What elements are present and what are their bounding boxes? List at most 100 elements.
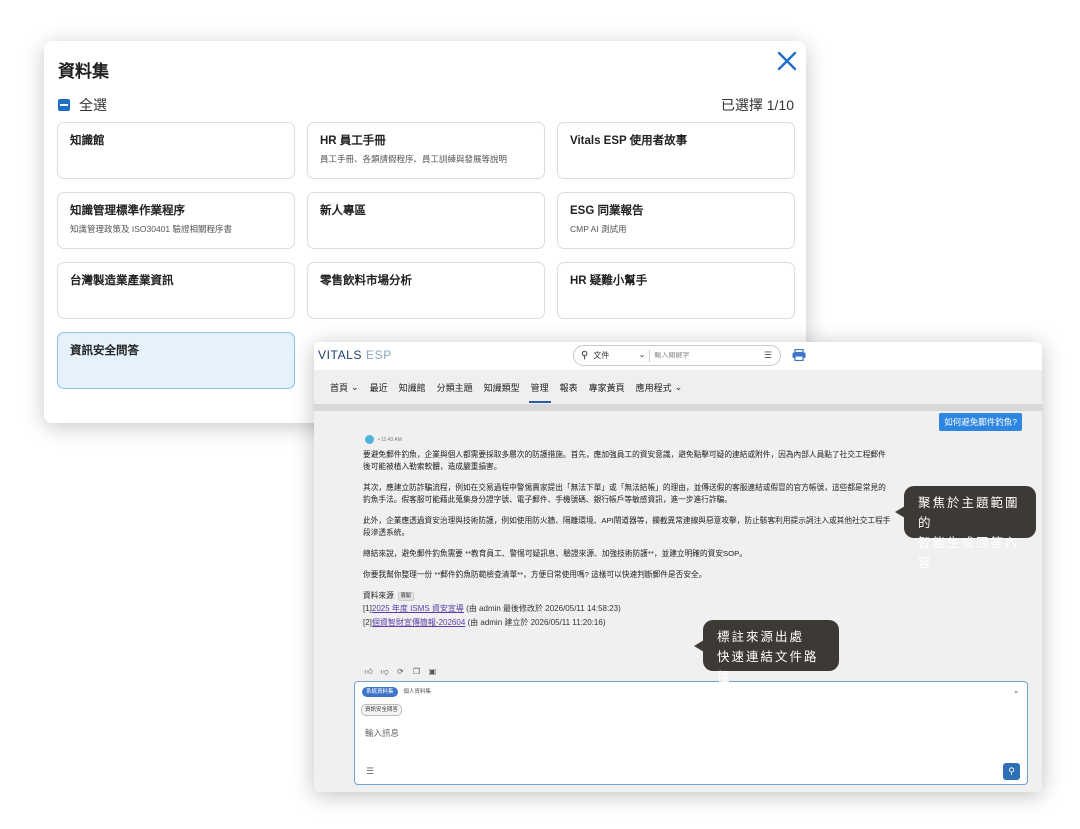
nav-label: 分類主題 <box>436 382 473 393</box>
nav-label: 最近 <box>369 382 388 393</box>
modal-title: 資料集 <box>58 62 109 81</box>
copy-icon[interactable]: ❐ <box>411 666 422 677</box>
dataset-title: 台灣製造業產業資訊 <box>70 275 174 287</box>
select-all-checkbox[interactable]: 全選 <box>58 95 107 115</box>
source-num: [2] <box>363 618 372 627</box>
sliders-icon[interactable]: ☰ <box>366 766 374 777</box>
main-nav: 首頁 ⌄ 最近 知識館 分類主題 知識類型 管理 報表 專家黃頁 應用程式 ⌄ <box>314 370 1042 404</box>
callout-line: 聚焦於主題範圍的 <box>918 495 1020 530</box>
callout-line: 智能生成回答內容 <box>918 535 1020 570</box>
scope-select[interactable]: 文件 ⌄ <box>593 350 645 361</box>
answer-paragraph: 你要我幫你整理一份 **郵件釣魚防範檢查清單**，方便日常使用嗎? 這樣可以快速… <box>363 570 707 579</box>
answer-paragraph: 總結來說，避免郵件釣魚需要 **教育員工、警惕可疑訊息、驗證來源、加強技術防護*… <box>363 549 747 558</box>
checkbox-indeterminate-icon <box>58 99 70 111</box>
dataset-card[interactable]: 零售飲料市場分析 <box>307 262 545 319</box>
ai-icon[interactable]: ▣ <box>427 666 438 677</box>
dataset-card[interactable]: 知識館 <box>57 122 295 179</box>
dataset-title: 知識館 <box>70 135 105 147</box>
nav-knowledge-types[interactable]: 知識類型 <box>484 370 520 404</box>
dataset-card[interactable]: 知識管理標準作業程序 知識管理政策及 ISO30401 驗證相關程序書 <box>57 192 295 249</box>
nav-categories[interactable]: 分類主題 <box>437 370 473 404</box>
filter-icon[interactable]: ☰ <box>764 350 772 361</box>
nav-apps[interactable]: 應用程式 ⌄ <box>636 370 683 404</box>
chat-area: 如何避免郵件釣魚? • 11:43 AM 要避免郵件釣魚，企業與個人都需要採取多… <box>314 411 1042 792</box>
divider <box>649 349 651 362</box>
nav-reports[interactable]: 報表 <box>560 370 578 404</box>
answer-paragraph: 其次，應建立防詐騙流程，例如在交易過程中警惕賣家提出「無法下單」或「無法結帳」的… <box>363 483 886 504</box>
dataset-tabs: 系統資料集 個人資料集 <box>362 687 435 697</box>
dataset-title: ESG 同業報告 <box>570 205 644 217</box>
regenerate-icon[interactable]: ⟳ <box>395 666 406 677</box>
nav-label: 知識類型 <box>483 382 520 393</box>
message-composer: 系統資料集 個人資料集 ⌄ 資訊安全問答 ☰ ⚲ <box>354 681 1028 785</box>
nav-admin[interactable]: 管理 <box>528 370 551 404</box>
callout-line: 標註來源出處 <box>717 629 805 644</box>
dataset-card[interactable]: ESG 同業報告 CMP AI 測試用 <box>557 192 795 249</box>
tab-system-datasets[interactable]: 系統資料集 <box>362 687 398 697</box>
thumbs-up-icon[interactable]: 👍︎ <box>363 666 374 677</box>
dataset-desc: 知識管理政策及 ISO30401 驗證相關程序書 <box>70 224 233 234</box>
sources-header: 資料來源 展開 <box>363 590 893 602</box>
feedback-bar: 👍︎ 👎︎ ⟳ ❐ ▣ <box>363 666 438 677</box>
search-input[interactable] <box>654 352 743 359</box>
chevron-down-icon: ⌄ <box>638 350 646 359</box>
printer-icon[interactable] <box>792 349 806 361</box>
dataset-card[interactable]: 台灣製造業產業資訊 <box>57 262 295 319</box>
dataset-card[interactable]: HR 疑難小幫手 <box>557 262 795 319</box>
dataset-title: 零售飲料市場分析 <box>320 275 412 287</box>
chevron-down-icon: ⌄ <box>674 381 683 392</box>
nav-label: 應用程式 <box>635 382 672 393</box>
select-all-label: 全選 <box>79 97 107 113</box>
nav-expert-directory[interactable]: 專家黃頁 <box>589 370 625 404</box>
source-link[interactable]: 個資智財宣傳簡報-202604 <box>372 618 465 627</box>
nav-home[interactable]: 首頁 ⌄ <box>330 370 359 404</box>
dataset-desc: CMP AI 測試用 <box>570 224 627 234</box>
nav-divider <box>314 404 1042 411</box>
dataset-title: 資訊安全問答 <box>70 345 139 357</box>
selected-count: 已選擇 1/10 <box>720 97 794 113</box>
dataset-desc: 員工手冊、各類請假程序、員工訓練與發展等說明 <box>320 154 508 164</box>
search-bar: ⚲ 文件 ⌄ ☰ <box>573 345 781 366</box>
bot-answer: 要避免郵件釣魚，企業與個人都需要採取多層次的防護措施。首先，應加強員工的資安意識… <box>363 449 893 630</box>
logo[interactable]: VITALS ESP <box>318 348 392 362</box>
nav-label: 專家黃頁 <box>588 382 625 393</box>
scope-value: 文件 <box>593 351 610 360</box>
search-icon[interactable]: ⚲ <box>581 350 588 361</box>
message-time: • 11:43 AM <box>378 437 402 443</box>
nav-knowledge-hall[interactable]: 知識館 <box>399 370 426 404</box>
nav-recent[interactable]: 最近 <box>370 370 388 404</box>
dataset-card-selected[interactable]: 資訊安全問答 <box>57 332 295 389</box>
callout-focused-answers: 聚焦於主題範圍的 智能生成回答內容 <box>895 486 1036 570</box>
close-icon[interactable] <box>776 50 798 72</box>
logo-sub: ESP <box>362 348 392 362</box>
nav-label: 首頁 <box>330 382 349 393</box>
dataset-title: HR 員工手冊 <box>320 135 386 147</box>
user-question-bubble: 如何避免郵件釣魚? <box>939 413 1022 431</box>
dataset-card[interactable]: Vitals ESP 使用者故事 <box>557 122 795 179</box>
source-link[interactable]: 2025 年度 ISMS 資安宣導 <box>372 604 464 613</box>
bot-avatar-icon <box>365 435 374 444</box>
nav-label: 知識館 <box>398 382 426 393</box>
source-meta: (由 admin 最後修改於 2026/05/11 14:58:23) <box>463 604 621 613</box>
chevron-down-icon: ⌄ <box>351 381 359 392</box>
dataset-title: HR 疑難小幫手 <box>570 275 648 287</box>
callout-line: 快速連結文件路徑 <box>717 649 819 684</box>
top-bar: VITALS ESP ⚲ 文件 ⌄ ☰ <box>314 342 1042 370</box>
message-input[interactable] <box>365 728 865 738</box>
source-num: [1] <box>363 604 372 613</box>
tab-personal-datasets[interactable]: 個人資料集 <box>400 687 436 697</box>
dataset-title: Vitals ESP 使用者故事 <box>570 135 688 147</box>
search-send-button[interactable]: ⚲ <box>1003 763 1020 780</box>
callout-source-links: 標註來源出處 快速連結文件路徑 <box>694 620 839 684</box>
chevron-down-icon[interactable]: ⌄ <box>1013 687 1019 695</box>
dataset-card[interactable]: HR 員工手冊 員工手冊、各類請假程序、員工訓練與發展等說明 <box>307 122 545 179</box>
sources-title: 資料來源 <box>363 591 394 600</box>
answer-paragraph: 要避免郵件釣魚，企業與個人都需要採取多層次的防護措施。首先，應加強員工的資安意識… <box>363 450 886 471</box>
sources-expand-button[interactable]: 展開 <box>397 591 414 601</box>
source-meta: (由 admin 建立於 2026/05/11 11:20:16) <box>465 618 606 627</box>
selected-dataset-chip[interactable]: 資訊安全問答 <box>361 704 403 716</box>
answer-paragraph: 此外，企業應透過資安治理與技術防護，例如使用防火牆、隔離環境、API閘道器等，攔… <box>363 516 891 537</box>
dataset-card[interactable]: 新人專區 <box>307 192 545 249</box>
thumbs-down-icon[interactable]: 👎︎ <box>379 666 390 677</box>
nav-label: 管理 <box>530 382 549 393</box>
